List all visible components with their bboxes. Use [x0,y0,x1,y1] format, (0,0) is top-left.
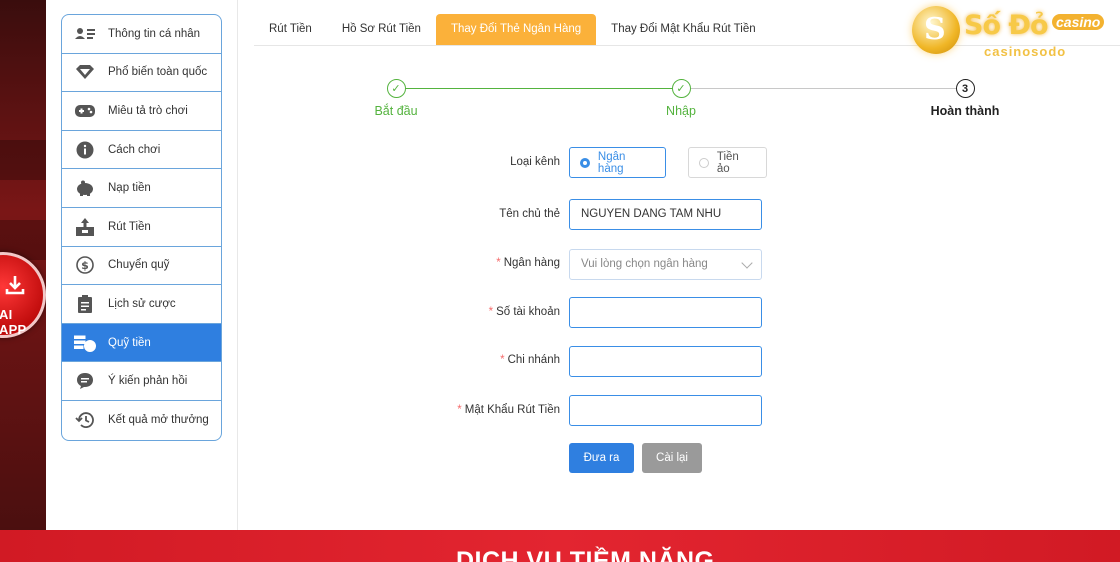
app-badge-label: AI APP [0,307,27,337]
branch-label: * Chi nhánh [410,354,560,366]
fund-icon: $ [74,332,96,354]
history-icon [74,409,96,431]
step-connector-pending [691,88,956,89]
branch-input[interactable] [569,346,762,377]
content-divider [237,0,238,530]
check-icon: ✓ [671,79,691,98]
sidebar-item-label: Chuyển quỹ [108,259,170,272]
sidebar-item-label: Thông tin cá nhân [108,27,201,40]
withdraw-password-label: * Mật Khẩu Rút Tiền [410,404,560,416]
bank-select[interactable]: Vui lòng chọn ngân hàng [569,249,762,280]
sidebar-item-label: Kết quả mở thưởng [108,414,209,427]
step-input: ✓ Nhập [636,78,726,118]
sidebar-item-draw-results[interactable]: Kết quả mở thưởng [62,401,221,440]
chevron-down-icon [741,257,753,269]
channel-bank-radio[interactable]: Ngân hàng [569,147,666,178]
info-icon [74,139,96,161]
bottom-banner: DỊCH VỤ TIỀM NĂNG [0,530,1120,562]
withdraw-password-label-text: Mật Khẩu Rút Tiền [464,404,560,416]
main-panel: Thông tin cá nhân Phổ biến toàn quốc Miê… [46,0,1120,530]
sidebar-item-transfer[interactable]: $ Chuyển quỹ [62,247,221,286]
chat-bubble-icon [74,370,96,392]
step-label: Hoàn thành [930,104,1000,118]
step-label: Nhập [666,104,696,118]
id-card-icon [74,23,96,45]
dollar-circle-icon: $ [74,254,96,276]
download-icon [5,276,25,295]
sidebar-item-label: Rút Tiền [108,220,151,233]
sidebar-item-feedback[interactable]: Ý kiến phản hồi [62,362,221,401]
channel-type-label-text: Loại kênh [510,156,560,168]
channel-crypto-label: Tiền ảo [716,150,739,175]
sidebar-item-game-description[interactable]: Miêu tả trò chơi [62,92,221,131]
branch-label-text: Chi nhánh [507,354,560,366]
sidebar-item-label: Ý kiến phản hồi [108,375,188,388]
card-holder-label: Tên chủ thẻ [410,208,560,220]
card-holder-input[interactable]: NGUYEN DANG TAM NHU [569,199,762,230]
banner-title: DỊCH VỤ TIỀM NĂNG [456,547,715,562]
radio-selected-icon [580,157,590,168]
step-label: Bắt đầu [374,104,418,118]
bank-label: * Ngân hàng [410,257,560,269]
progress-steps: ✓ Bắt đầu ✓ Nhập 3 Hoàn thành [366,78,1046,128]
required-mark: * [496,257,501,269]
logo-casino-badge: casino [1052,14,1105,30]
logo-emblem-glyph: S [924,12,946,47]
sidebar-item-fund[interactable]: $ Quỹ tiền [62,323,221,363]
logo-emblem: S [912,6,960,54]
tab-withdraw-records[interactable]: Hồ Sơ Rút Tiền [327,14,436,45]
diamond-icon [74,61,96,83]
step-start: ✓ Bắt đầu [351,78,441,118]
sidebar-item-label: Nạp tiền [108,182,151,195]
sidebar-item-personal-info[interactable]: Thông tin cá nhân [62,15,221,54]
sidebar-item-popular[interactable]: Phổ biến toàn quốc [62,54,221,93]
account-number-input[interactable] [569,297,762,328]
submit-button[interactable]: Đưa ra [569,443,634,473]
sidebar: Thông tin cá nhân Phổ biến toàn quốc Miê… [61,14,222,441]
sidebar-item-label: Lịch sử cược [108,297,176,310]
sidebar-item-deposit[interactable]: Nạp tiền [62,169,221,208]
gamepad-icon [74,100,96,122]
required-mark: * [500,354,505,366]
bank-select-placeholder: Vui lòng chọn ngân hàng [581,258,708,270]
channel-bank-label: Ngân hàng [597,150,626,175]
sidebar-item-label: Miêu tả trò chơi [108,104,188,117]
tab-bar: Rút Tiền Hồ Sơ Rút Tiền Thay Đổi Thẻ Ngâ… [254,14,771,45]
reset-button[interactable]: Cài lại [642,443,702,473]
bank-label-text: Ngân hàng [503,257,560,269]
background-stripe [0,140,46,180]
sidebar-item-label: Phổ biến toàn quốc [108,66,208,79]
tab-change-withdraw-password[interactable]: Thay Đổi Mật Khẩu Rút Tiền [596,14,770,45]
tab-withdraw[interactable]: Rút Tiền [254,14,327,45]
account-number-label: * Số tài khoản [410,306,560,318]
svg-text:$: $ [81,259,89,272]
radio-unselected-icon [699,157,709,168]
required-mark: * [457,404,462,416]
sidebar-item-withdraw[interactable]: Rút Tiền [62,208,221,247]
account-number-label-text: Số tài khoản [496,306,560,318]
tab-change-bank-card[interactable]: Thay Đổi Thẻ Ngân Hàng [435,14,597,45]
step-number: 3 [955,79,975,98]
sidebar-item-label: Cách chơi [108,143,161,156]
logo-name: Số Đỏ [964,10,1049,41]
withdraw-password-input[interactable] [569,395,762,426]
logo-subtitle: casinosodo [984,44,1067,59]
piggy-bank-icon [74,177,96,199]
clipboard-icon [74,293,96,315]
card-holder-label-text: Tên chủ thẻ [499,208,560,220]
required-mark: * [488,306,494,318]
step-complete: 3 Hoàn thành [920,78,1010,118]
channel-crypto-radio[interactable]: Tiền ảo [688,147,767,178]
site-logo[interactable]: S Số Đỏ casino casinosodo [912,4,1105,60]
withdraw-icon [74,216,96,238]
sidebar-item-how-to-play[interactable]: Cách chơi [62,131,221,170]
svg-text:$: $ [87,342,93,352]
sidebar-item-label: Quỹ tiền [108,336,151,349]
channel-type-label: Loại kênh [410,156,560,168]
sidebar-item-bet-history[interactable]: Lịch sử cược [62,285,221,324]
check-icon: ✓ [386,79,406,98]
